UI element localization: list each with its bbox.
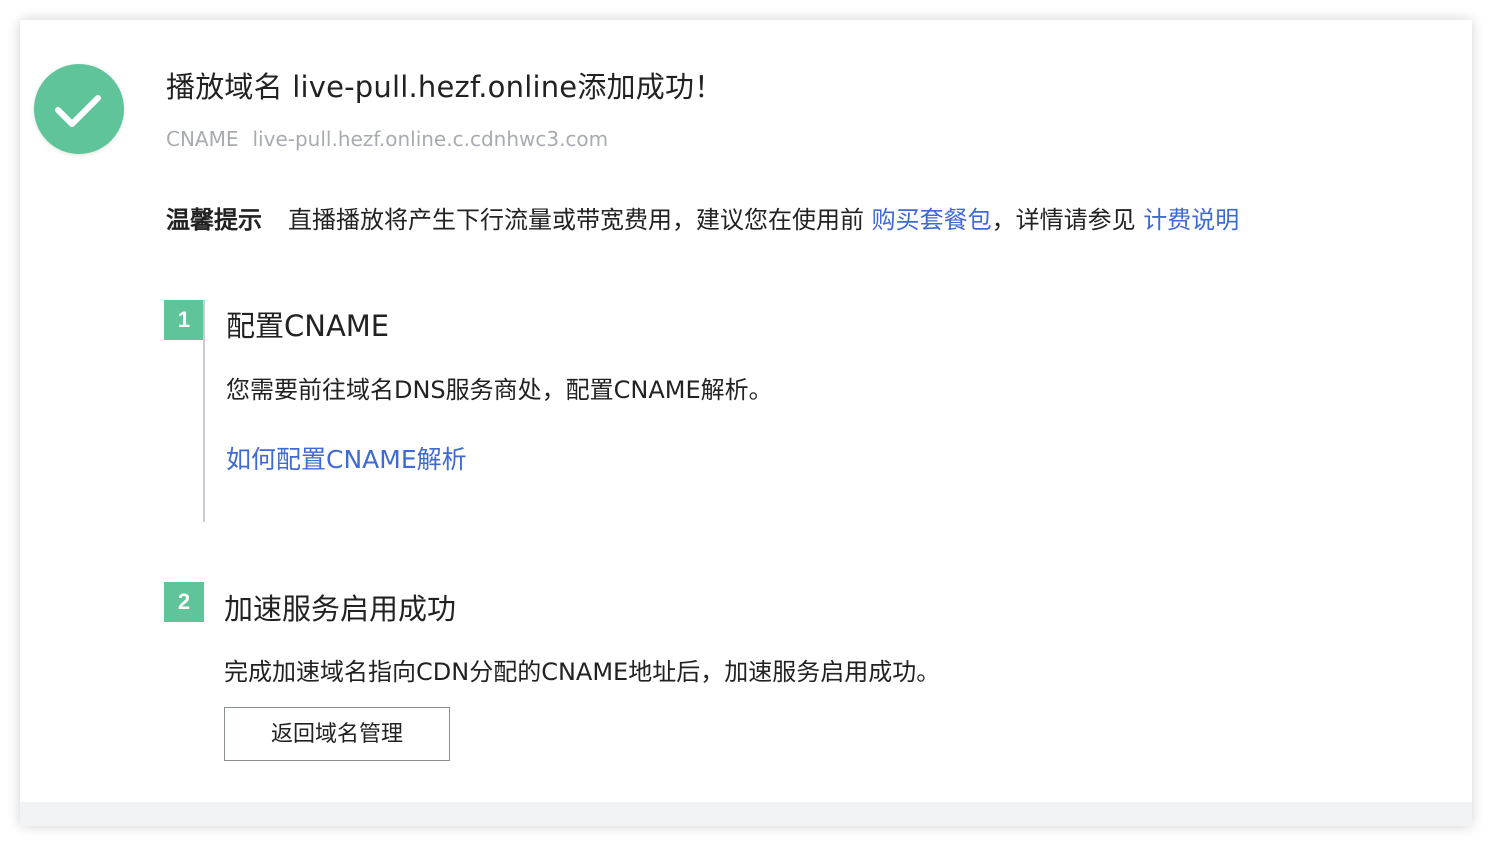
tip-text-before: 直播播放将产生下行流量或带宽费用，建议您在使用前 [288,206,872,234]
step-2-badge: 2 [164,582,204,622]
back-to-domain-management-button[interactable]: 返回域名管理 [224,707,450,761]
step-1-badge: 1 [164,300,204,340]
page-title: 播放域名 live-pull.hezf.online添加成功！ [166,70,724,104]
check-circle-icon [34,64,124,154]
success-card: 播放域名 live-pull.hezf.online添加成功！ CNAME liv… [20,20,1472,826]
cname-info: CNAME live-pull.hezf.online.c.cdnhwc3.com [166,127,608,151]
step-connector-line [203,300,205,522]
footer-strip [20,802,1472,826]
step-1-description: 您需要前往域名DNS服务商处，配置CNAME解析。 [226,376,773,404]
step-2-title: 加速服务启用成功 [224,592,457,626]
tip-title: 温馨提示 [166,206,262,234]
step-2-description: 完成加速域名指向CDN分配的CNAME地址后，加速服务启用成功。 [224,658,941,686]
buy-package-link[interactable]: 购买套餐包 [872,206,992,234]
step-1-title: 配置CNAME [226,309,390,343]
cname-value: live-pull.hezf.online.c.cdnhwc3.com [252,127,609,151]
cname-howto-link[interactable]: 如何配置CNAME解析 [226,440,467,476]
tip-text-middle: ，详情请参见 [991,206,1144,234]
cname-label: CNAME [166,127,239,151]
billing-info-link[interactable]: 计费说明 [1143,206,1239,234]
billing-tip: 温馨提示 直播播放将产生下行流量或带宽费用，建议您在使用前 购买套餐包，详情请参见… [166,200,1239,235]
